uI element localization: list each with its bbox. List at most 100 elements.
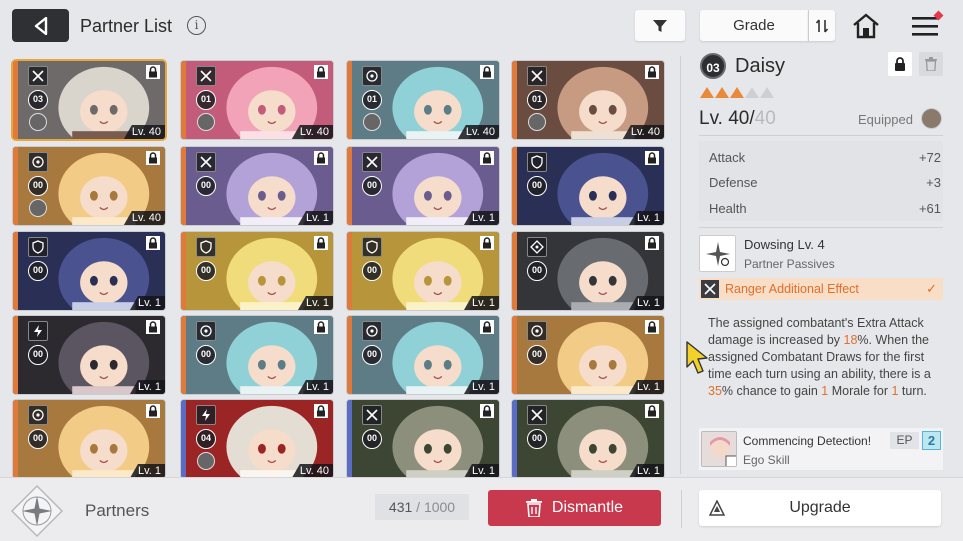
passive-skill-type: Partner Passives — [744, 257, 835, 271]
duplicate-count: 01 — [196, 90, 216, 110]
partner-card[interactable]: 00 Lv. 1 — [180, 146, 334, 226]
partner-card[interactable]: 01 Lv. 40 — [511, 60, 665, 140]
lock-icon[interactable] — [645, 236, 659, 250]
upgrade-button[interactable]: Upgrade — [699, 490, 941, 526]
partner-card[interactable]: 04 Lv. 40 — [180, 399, 334, 479]
stat-label-health: Health — [709, 201, 747, 216]
equipped-combatant-avatar — [363, 113, 381, 131]
stat-value-health: +61 — [918, 201, 941, 216]
duplicate-count: 04 — [196, 429, 216, 449]
lock-icon[interactable] — [146, 65, 160, 79]
check-icon: ✓ — [926, 281, 937, 296]
description-text: turn. — [898, 384, 927, 398]
rarity-stripe — [13, 61, 18, 139]
partner-card[interactable]: 00 Lv. 1 — [180, 315, 334, 395]
duplicate-count: 00 — [362, 261, 382, 281]
partner-card[interactable]: 00 Lv. 1 — [12, 231, 166, 311]
home-icon — [853, 13, 879, 39]
partner-card[interactable]: 00 Lv. 1 — [12, 399, 166, 479]
home-button[interactable] — [850, 11, 882, 41]
rarity-stripe — [181, 400, 186, 478]
stat-value-attack: +72 — [918, 150, 941, 165]
partner-card[interactable]: 00 Lv. 1 — [511, 315, 665, 395]
equipped-label: Equipped — [858, 112, 913, 127]
partner-card[interactable]: 00 Lv. 1 — [346, 146, 500, 226]
lock-icon[interactable] — [146, 151, 160, 165]
grade-stars — [700, 87, 774, 98]
lock-icon[interactable] — [314, 236, 328, 250]
ep-value: 2 — [922, 431, 941, 450]
lock-icon[interactable] — [645, 151, 659, 165]
lock-button[interactable] — [888, 52, 912, 76]
upgrade-label: Upgrade — [789, 499, 851, 516]
back-button[interactable] — [12, 9, 69, 42]
sort-order-button[interactable] — [808, 10, 835, 41]
partner-count-separator: / — [412, 499, 424, 515]
partner-card[interactable]: 00 Lv. 1 — [180, 231, 334, 311]
lock-icon[interactable] — [645, 404, 659, 418]
partner-card[interactable]: 00 Lv. 1 — [346, 231, 500, 311]
page-title: Partner List — [80, 16, 173, 36]
level-current: Lv. 40/ — [699, 108, 755, 129]
class-icon — [196, 321, 216, 341]
partner-card[interactable]: 01 Lv. 40 — [346, 60, 500, 140]
rarity-stripe — [512, 400, 517, 478]
partner-card[interactable]: 00 Lv. 1 — [346, 399, 500, 479]
star-icon — [715, 87, 729, 98]
passive-skill-icon[interactable] — [699, 235, 736, 272]
lock-icon[interactable] — [314, 320, 328, 334]
class-icon — [527, 152, 547, 172]
duplicate-count: 00 — [527, 176, 547, 196]
dismantle-button[interactable]: Dismantle — [488, 490, 661, 526]
ranger-effect-row[interactable]: Ranger Additional Effect ✓ — [699, 278, 943, 300]
menu-button[interactable] — [905, 10, 945, 42]
duplicate-count: 00 — [527, 429, 547, 449]
lock-icon[interactable] — [480, 320, 494, 334]
star-icon — [730, 87, 744, 98]
lock-icon[interactable] — [480, 404, 494, 418]
lock-icon — [895, 57, 905, 71]
lock-icon[interactable] — [480, 151, 494, 165]
filter-button[interactable] — [635, 10, 685, 41]
delete-button[interactable] — [919, 52, 943, 76]
trash-icon — [925, 57, 937, 71]
partner-card[interactable]: 00 Lv. 1 — [511, 399, 665, 479]
rarity-stripe — [512, 147, 517, 225]
partner-card[interactable]: 01 Lv. 40 — [180, 60, 334, 140]
lock-icon[interactable] — [146, 404, 160, 418]
grade-sort-button[interactable]: Grade — [700, 10, 808, 41]
lock-icon[interactable] — [314, 65, 328, 79]
duplicate-count: 00 — [362, 429, 382, 449]
description-highlight: 35 — [708, 384, 722, 398]
partner-card[interactable]: 03 Lv. 40 — [11, 59, 167, 141]
class-icon — [527, 237, 547, 257]
level-display: Lv. 40/40 — [699, 108, 776, 130]
equipped-combatant-avatar[interactable] — [921, 108, 942, 129]
partner-card[interactable]: 00 Lv. 1 — [511, 231, 665, 311]
lock-icon[interactable] — [480, 65, 494, 79]
class-icon — [196, 66, 216, 86]
partner-card[interactable]: 00 Lv. 40 — [12, 146, 166, 226]
partner-card[interactable]: 00 Lv. 1 — [12, 315, 166, 395]
partner-name: Daisy — [735, 55, 786, 77]
lock-icon[interactable] — [146, 236, 160, 250]
duplicate-count: 00 — [362, 345, 382, 365]
ego-skill-card[interactable]: Commencing Detection! Ego Skill EP 2 — [699, 428, 943, 470]
duplicate-count: 03 — [28, 90, 48, 110]
partner-card[interactable]: 00 Lv. 1 — [346, 315, 500, 395]
rarity-stripe — [13, 147, 18, 225]
partner-count-current: 431 — [388, 499, 413, 515]
equipped-combatant-avatar — [29, 113, 47, 131]
ep-label: EP — [890, 432, 919, 449]
info-icon[interactable]: i — [187, 16, 206, 35]
bottom-bar: Partners 431 / 1000 Dismantle Upgrade — [0, 477, 963, 541]
lock-icon[interactable] — [645, 320, 659, 334]
lock-icon[interactable] — [645, 65, 659, 79]
lock-icon[interactable] — [146, 320, 160, 334]
lock-icon[interactable] — [480, 236, 494, 250]
lock-icon[interactable] — [314, 151, 328, 165]
ego-skill-thumbnail — [701, 431, 737, 467]
partner-card[interactable]: 00 Lv. 1 — [511, 146, 665, 226]
lock-icon[interactable] — [314, 404, 328, 418]
duplicate-count: 00 — [527, 261, 547, 281]
